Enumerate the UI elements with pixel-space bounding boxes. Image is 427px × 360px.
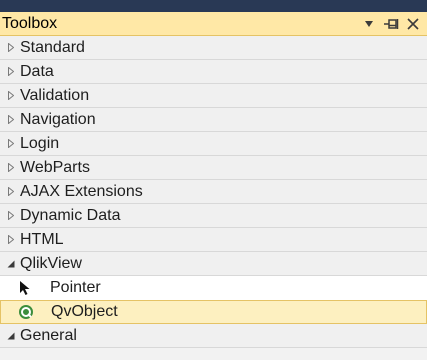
category-ajax-extensions[interactable]: AJAX Extensions bbox=[0, 180, 427, 204]
expand-arrow-icon bbox=[6, 235, 16, 245]
toolbox-list: Standard Data Validation Navigation Logi… bbox=[0, 36, 427, 360]
category-data[interactable]: Data bbox=[0, 60, 427, 84]
pin-icon[interactable] bbox=[383, 15, 399, 33]
category-standard[interactable]: Standard bbox=[0, 36, 427, 60]
expand-arrow-icon bbox=[6, 91, 16, 101]
category-qlikview[interactable]: QlikView bbox=[0, 252, 427, 276]
toolbox-item-qvobject[interactable]: QvObject bbox=[0, 300, 427, 324]
category-dynamic-data[interactable]: Dynamic Data bbox=[0, 204, 427, 228]
expand-arrow-icon bbox=[6, 187, 16, 197]
expand-arrow-icon bbox=[6, 211, 16, 221]
category-label: General bbox=[20, 326, 77, 344]
item-label: QvObject bbox=[51, 303, 118, 320]
toolbox-title: Toolbox bbox=[2, 14, 58, 32]
category-label: AJAX Extensions bbox=[20, 182, 143, 200]
toolbox-titlebar[interactable]: Toolbox bbox=[0, 12, 427, 36]
toolbox-item-pointer[interactable]: Pointer bbox=[0, 276, 427, 300]
expand-arrow-icon bbox=[6, 115, 16, 125]
dropdown-icon[interactable] bbox=[361, 15, 377, 33]
category-label: Dynamic Data bbox=[20, 206, 121, 224]
pointer-icon bbox=[16, 279, 34, 297]
category-login[interactable]: Login bbox=[0, 132, 427, 156]
category-label: Standard bbox=[20, 38, 85, 56]
category-label: HTML bbox=[20, 230, 64, 248]
category-general[interactable]: General bbox=[0, 324, 427, 348]
qvobject-icon bbox=[17, 303, 35, 321]
category-label: Validation bbox=[20, 86, 90, 104]
category-webparts[interactable]: WebParts bbox=[0, 156, 427, 180]
category-validation[interactable]: Validation bbox=[0, 84, 427, 108]
expand-arrow-icon bbox=[6, 163, 16, 173]
collapse-arrow-icon bbox=[6, 259, 16, 269]
close-icon[interactable] bbox=[405, 15, 421, 33]
expand-arrow-icon bbox=[6, 67, 16, 77]
toolbox-panel: Toolbox Standard Data Validation Navigat… bbox=[0, 12, 427, 360]
title-buttons bbox=[361, 15, 421, 33]
item-label: Pointer bbox=[50, 279, 101, 296]
category-label: QlikView bbox=[20, 254, 82, 272]
category-label: WebParts bbox=[20, 158, 90, 176]
category-label: Login bbox=[20, 134, 60, 152]
collapse-arrow-icon bbox=[6, 331, 16, 341]
category-html[interactable]: HTML bbox=[0, 228, 427, 252]
expand-arrow-icon bbox=[6, 139, 16, 149]
category-label: Data bbox=[20, 62, 54, 80]
category-navigation[interactable]: Navigation bbox=[0, 108, 427, 132]
expand-arrow-icon bbox=[6, 43, 16, 53]
category-label: Navigation bbox=[20, 110, 96, 128]
window-frame: Toolbox Standard Data Validation Navigat… bbox=[0, 0, 427, 360]
